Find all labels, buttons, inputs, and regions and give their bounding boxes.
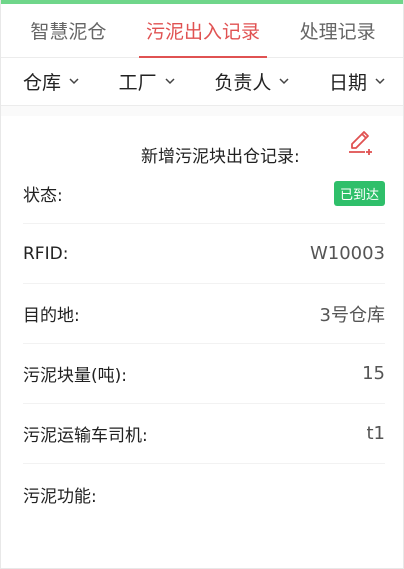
filter-bar: 仓库 工厂 负责人 日期	[1, 58, 403, 106]
field-quantity-label: 污泥块量(吨):	[23, 366, 127, 386]
field-rfid-label: RFID:	[23, 243, 69, 264]
field-rfid-row: RFID: W10003	[23, 224, 385, 284]
tab-processing-records[interactable]: 处理记录	[270, 4, 403, 57]
field-status-row: 状态: 已到达	[23, 164, 385, 224]
field-function-row: 污泥功能:	[23, 464, 385, 524]
chevron-down-icon	[279, 78, 289, 85]
section-gap	[1, 106, 403, 116]
chevron-down-icon	[165, 78, 175, 85]
app-frame: 智慧泥仓 污泥出入记录 处理记录 仓库 工厂 负责人 日期 新增污泥块出仓记录:	[0, 0, 404, 569]
field-status-label: 状态:	[23, 186, 63, 206]
field-destination-value: 3号仓库	[319, 304, 385, 326]
record-card-header: 新增污泥块出仓记录:	[1, 116, 403, 167]
filter-warehouse[interactable]: 仓库	[23, 68, 79, 95]
edit-plus-icon[interactable]	[347, 128, 375, 156]
tab-sludge-in-out-records[interactable]: 污泥出入记录	[136, 4, 271, 58]
record-card: 新增污泥块出仓记录: 状态: 已到达 RFID: W10003 目的地: 3号仓…	[1, 116, 403, 568]
filter-date[interactable]: 日期	[329, 68, 385, 95]
field-destination-label: 目的地:	[23, 306, 80, 326]
field-destination-row: 目的地: 3号仓库	[23, 284, 385, 344]
field-quantity-value: 15	[362, 363, 385, 384]
field-function-label: 污泥功能:	[23, 486, 97, 507]
field-rfid-value: W10003	[309, 243, 385, 264]
filter-factory[interactable]: 工厂	[119, 68, 175, 95]
filter-warehouse-label: 仓库	[23, 72, 62, 94]
filter-date-label: 日期	[328, 72, 367, 94]
field-quantity-row: 污泥块量(吨): 15	[23, 344, 385, 404]
tab-bar: 智慧泥仓 污泥出入记录 处理记录	[1, 4, 403, 58]
filter-responsible-person[interactable]: 负责人	[214, 68, 289, 95]
field-driver-row: 污泥运输车司机: t1	[23, 404, 385, 464]
field-driver-label: 污泥运输车司机:	[23, 426, 148, 446]
field-driver-value: t1	[366, 423, 385, 444]
tab-smart-sludge-warehouse[interactable]: 智慧泥仓	[1, 4, 136, 57]
filter-factory-label: 工厂	[118, 72, 157, 94]
chevron-down-icon	[375, 78, 385, 85]
filter-responsible-person-label: 负责人	[214, 72, 272, 94]
chevron-down-icon	[69, 78, 79, 85]
status-badge: 已到达	[333, 181, 385, 206]
